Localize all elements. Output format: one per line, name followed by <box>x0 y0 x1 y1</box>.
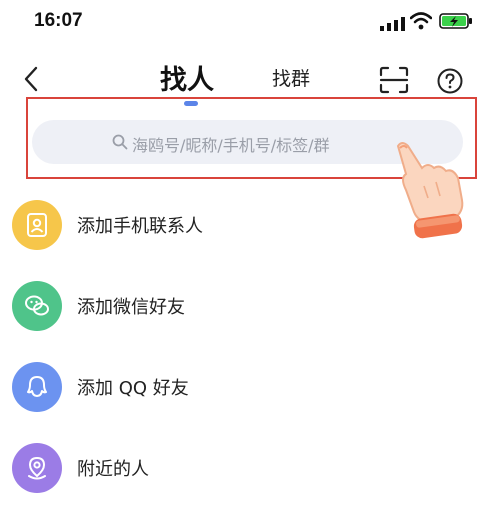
menu-item-label: 附近的人 <box>77 459 149 480</box>
menu-item-label: 添加手机联系人 <box>77 216 203 237</box>
cellular-signal-icon <box>380 17 405 31</box>
menu-item-add-qq-friends[interactable]: 添加 QQ 好友 <box>0 356 493 416</box>
menu-item-add-phone-contacts[interactable]: 添加手机联系人 <box>0 194 493 254</box>
menu-item-label: 添加 QQ 好友 <box>77 378 189 399</box>
menu-item-label: 添加微信好友 <box>77 297 185 318</box>
wechat-icon <box>12 281 62 331</box>
search-icon <box>112 134 128 150</box>
status-bar: 16:07 <box>0 0 493 48</box>
battery-charging-icon <box>439 13 472 29</box>
back-arrow-icon[interactable] <box>22 66 42 92</box>
help-icon[interactable] <box>437 68 463 94</box>
wifi-icon <box>410 12 432 30</box>
search-placeholder: 海鸥号/昵称/手机号/标签/群 <box>132 136 330 155</box>
scan-qr-icon[interactable] <box>379 66 409 94</box>
tab-find-people[interactable]: 找人 <box>160 58 214 97</box>
location-icon <box>12 443 62 493</box>
status-time: 16:07 <box>34 10 83 31</box>
tab-find-group[interactable]: 找群 <box>272 64 310 91</box>
qq-icon <box>12 362 62 412</box>
menu-item-people-nearby[interactable]: 附近的人 <box>0 437 493 497</box>
menu-item-add-wechat-friends[interactable]: 添加微信好友 <box>0 275 493 335</box>
contacts-icon <box>12 200 62 250</box>
